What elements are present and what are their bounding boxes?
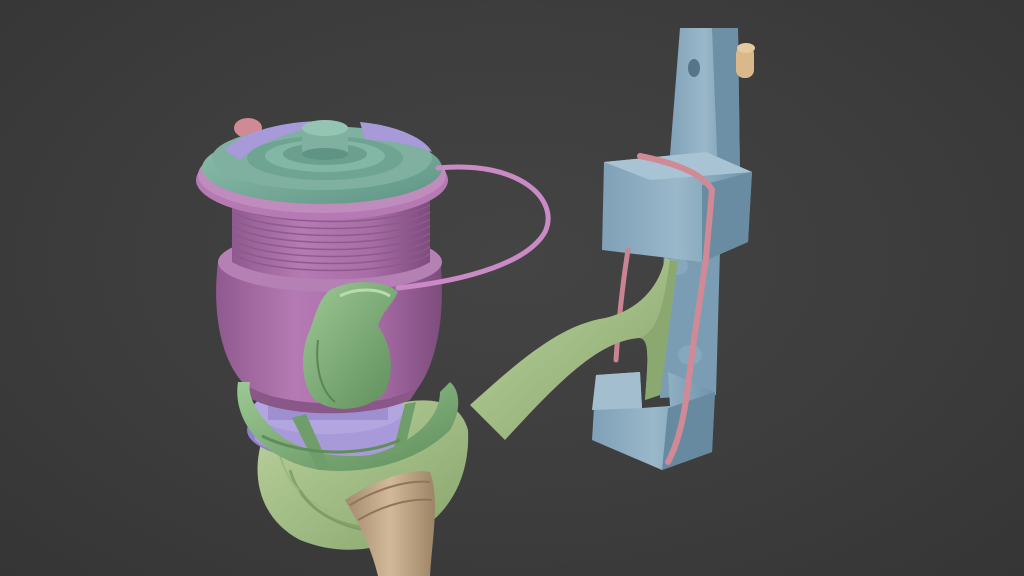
clamp-assembly [592, 28, 755, 470]
3d-viewport[interactable] [0, 0, 1024, 576]
reel-render [196, 28, 755, 576]
spool-cap [202, 118, 442, 204]
